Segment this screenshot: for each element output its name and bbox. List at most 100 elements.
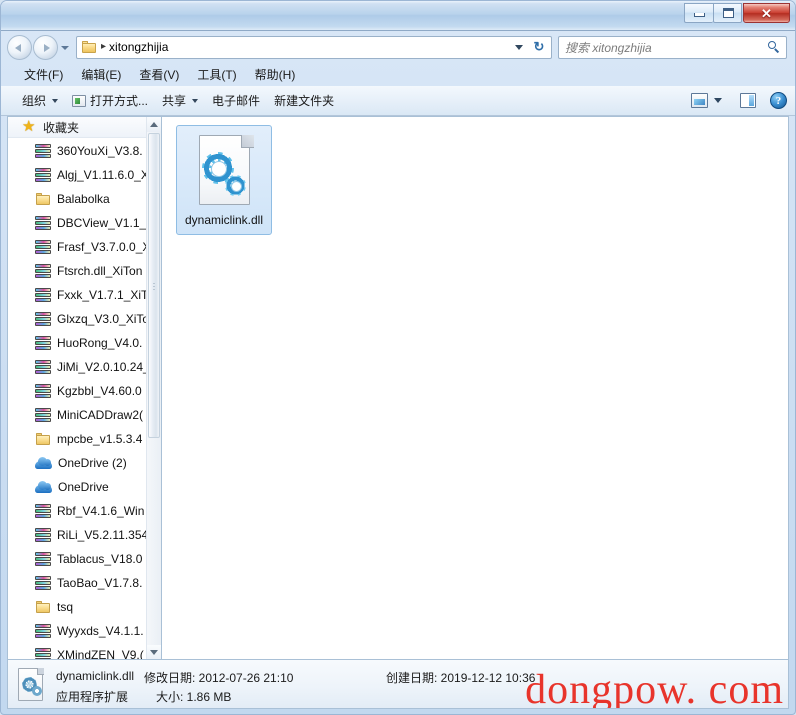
archive-icon	[35, 527, 51, 543]
address-bar[interactable]: ▸ xitongzhijia ↻	[76, 35, 552, 59]
open-with-button[interactable]: 打开方式...	[65, 89, 155, 112]
toolbar: 组织 打开方式... 共享 电子邮件 新建文件夹 ?	[1, 86, 795, 116]
maximize-button[interactable]	[713, 3, 742, 23]
favorites-header[interactable]: ★ 收藏夹	[8, 117, 161, 138]
sidebar-item-jimi[interactable]: JiMi_V2.0.10.24_	[8, 355, 161, 379]
archive-icon	[35, 287, 51, 303]
new-folder-label: 新建文件夹	[274, 94, 335, 108]
breadcrumb-path[interactable]: xitongzhijia	[109, 40, 168, 54]
toolbar-right-group: ?	[691, 92, 787, 109]
archive-icon	[35, 623, 51, 639]
folder-icon	[35, 192, 51, 206]
sidebar-item-glxzq[interactable]: Glxzq_V3.0_XiTo	[8, 307, 161, 331]
star-icon: ★	[22, 118, 36, 135]
dll-file-icon-small	[16, 667, 46, 702]
cloud-icon	[35, 481, 52, 493]
change-view-icon[interactable]	[691, 93, 708, 108]
refresh-icon[interactable]: ↻	[529, 38, 549, 57]
title-bar: ✕	[1, 1, 795, 31]
sidebar-item-label: MiniCADDraw2(	[57, 408, 144, 422]
sidebar-item-frasf[interactable]: Frasf_V3.7.0.0_X	[8, 235, 161, 259]
scroll-up-icon[interactable]	[147, 117, 161, 132]
new-folder-button[interactable]: 新建文件夹	[267, 89, 341, 112]
sidebar-item-dbcview[interactable]: DBCView_V1.1_	[8, 211, 161, 235]
sidebar-item-tablacus[interactable]: Tablacus_V18.0	[8, 547, 161, 571]
folder-icon	[35, 432, 51, 446]
organize-button[interactable]: 组织	[15, 89, 65, 112]
window-controls: ✕	[684, 3, 790, 25]
back-button[interactable]	[7, 34, 32, 60]
archive-icon	[35, 167, 51, 183]
open-with-icon	[72, 94, 87, 107]
sidebar-item-rili[interactable]: RiLi_V5.2.11.354	[8, 523, 161, 547]
sidebar-item-label: Rbf_V4.1.6_Win	[57, 504, 145, 518]
sidebar-item-label: Algj_V1.11.6.0_X	[57, 168, 149, 182]
search-input[interactable]: 搜索 xitongzhijia	[565, 39, 652, 56]
archive-icon	[35, 311, 51, 327]
chevron-down-icon	[192, 98, 199, 103]
sidebar-item-minicaddraw[interactable]: MiniCADDraw2(	[8, 403, 161, 427]
archive-icon	[35, 239, 51, 255]
minimize-button[interactable]	[684, 3, 713, 23]
close-button[interactable]: ✕	[743, 3, 790, 23]
status-modified-date: 修改日期: 2012-07-26 21:10	[144, 671, 294, 685]
sidebar-item-label: Glxzq_V3.0_XiTo	[57, 312, 150, 326]
sidebar-item-label: Frasf_V3.7.0.0_X	[57, 240, 151, 254]
list-item[interactable]: dynamiclink.dll	[176, 125, 272, 235]
sidebar-item-label: Kgzbbl_V4.60.0	[57, 384, 142, 398]
archive-icon	[35, 335, 51, 351]
sidebar-item-wyyxds[interactable]: Wyyxds_V4.1.1.	[8, 619, 161, 643]
sidebar-item-rbf[interactable]: Rbf_V4.1.6_Win	[8, 499, 161, 523]
explorer-window: ✕ ▸ xitongzhijia ↻ 搜索 xitongzhijia 文件(F)…	[0, 0, 796, 715]
status-bar: dynamiclink.dll 修改日期: 2012-07-26 21:10 创…	[7, 659, 789, 709]
chevron-down-icon[interactable]	[511, 37, 527, 58]
status-file-type: 应用程序扩展	[56, 690, 129, 704]
sidebar-item-onedrive-2[interactable]: OneDrive (2)	[8, 451, 161, 475]
status-details: dynamiclink.dll 修改日期: 2012-07-26 21:10 创…	[56, 660, 788, 708]
sidebar-item-label: Ftsrch.dll_XiTon	[57, 264, 143, 278]
email-button[interactable]: 电子邮件	[205, 89, 267, 112]
favorites-list: 360YouXi_V3.8. Algj_V1.11.6.0_X Balabolk…	[8, 138, 161, 660]
menu-item-edit[interactable]: 编辑(E)	[72, 64, 130, 85]
sidebar-item-fxxk[interactable]: Fxxk_V1.7.1_XiT	[8, 283, 161, 307]
sidebar-item-label: HuoRong_V4.0.	[57, 336, 143, 350]
archive-icon	[35, 383, 51, 399]
scrollbar-thumb[interactable]	[148, 133, 160, 438]
search-box[interactable]: 搜索 xitongzhijia	[558, 35, 787, 59]
scroll-down-icon[interactable]	[147, 645, 161, 660]
maximize-icon	[723, 8, 734, 18]
preview-pane-icon[interactable]	[740, 93, 756, 108]
folder-icon	[35, 600, 51, 614]
sidebar-item-360youxi[interactable]: 360YouXi_V3.8.	[8, 139, 161, 163]
sidebar-item-mpcbe[interactable]: mpcbe_v1.5.3.4	[8, 427, 161, 451]
breadcrumb-separator-icon[interactable]: ▸	[101, 42, 106, 52]
recent-pages-dropdown[interactable]	[59, 35, 71, 59]
sidebar-item-onedrive[interactable]: OneDrive	[8, 475, 161, 499]
sidebar-item-kgzbbl[interactable]: Kgzbbl_V4.60.0	[8, 379, 161, 403]
chevron-down-icon	[52, 98, 59, 103]
close-icon: ✕	[761, 6, 772, 21]
chevron-down-icon[interactable]	[710, 93, 726, 109]
share-button[interactable]: 共享	[155, 89, 205, 112]
status-file-name: dynamiclink.dll	[56, 669, 135, 683]
file-list-pane[interactable]: dynamiclink.dll	[161, 116, 789, 661]
sidebar-item-ftsrch[interactable]: Ftsrch.dll_XiTon	[8, 259, 161, 283]
help-icon[interactable]: ?	[770, 92, 787, 109]
status-file-size: 大小: 1.86 MB	[156, 690, 232, 704]
sidebar-item-taobao[interactable]: TaoBao_V1.7.8.	[8, 571, 161, 595]
sidebar-item-balabolka[interactable]: Balabolka	[8, 187, 161, 211]
menu-item-help[interactable]: 帮助(H)	[246, 64, 305, 85]
cloud-icon	[35, 457, 52, 469]
archive-icon	[35, 503, 51, 519]
sidebar-item-tsq[interactable]: tsq	[8, 595, 161, 619]
forward-button[interactable]	[33, 34, 58, 60]
sidebar-scrollbar[interactable]	[146, 117, 161, 660]
sidebar-item-algj[interactable]: Algj_V1.11.6.0_X	[8, 163, 161, 187]
folder-icon	[81, 40, 97, 54]
menu-item-view[interactable]: 查看(V)	[130, 64, 188, 85]
sidebar-item-label: tsq	[57, 600, 74, 614]
sidebar-item-huorong[interactable]: HuoRong_V4.0.	[8, 331, 161, 355]
menu-item-file[interactable]: 文件(F)	[15, 64, 72, 85]
archive-icon	[35, 575, 51, 591]
menu-item-tools[interactable]: 工具(T)	[188, 64, 245, 85]
